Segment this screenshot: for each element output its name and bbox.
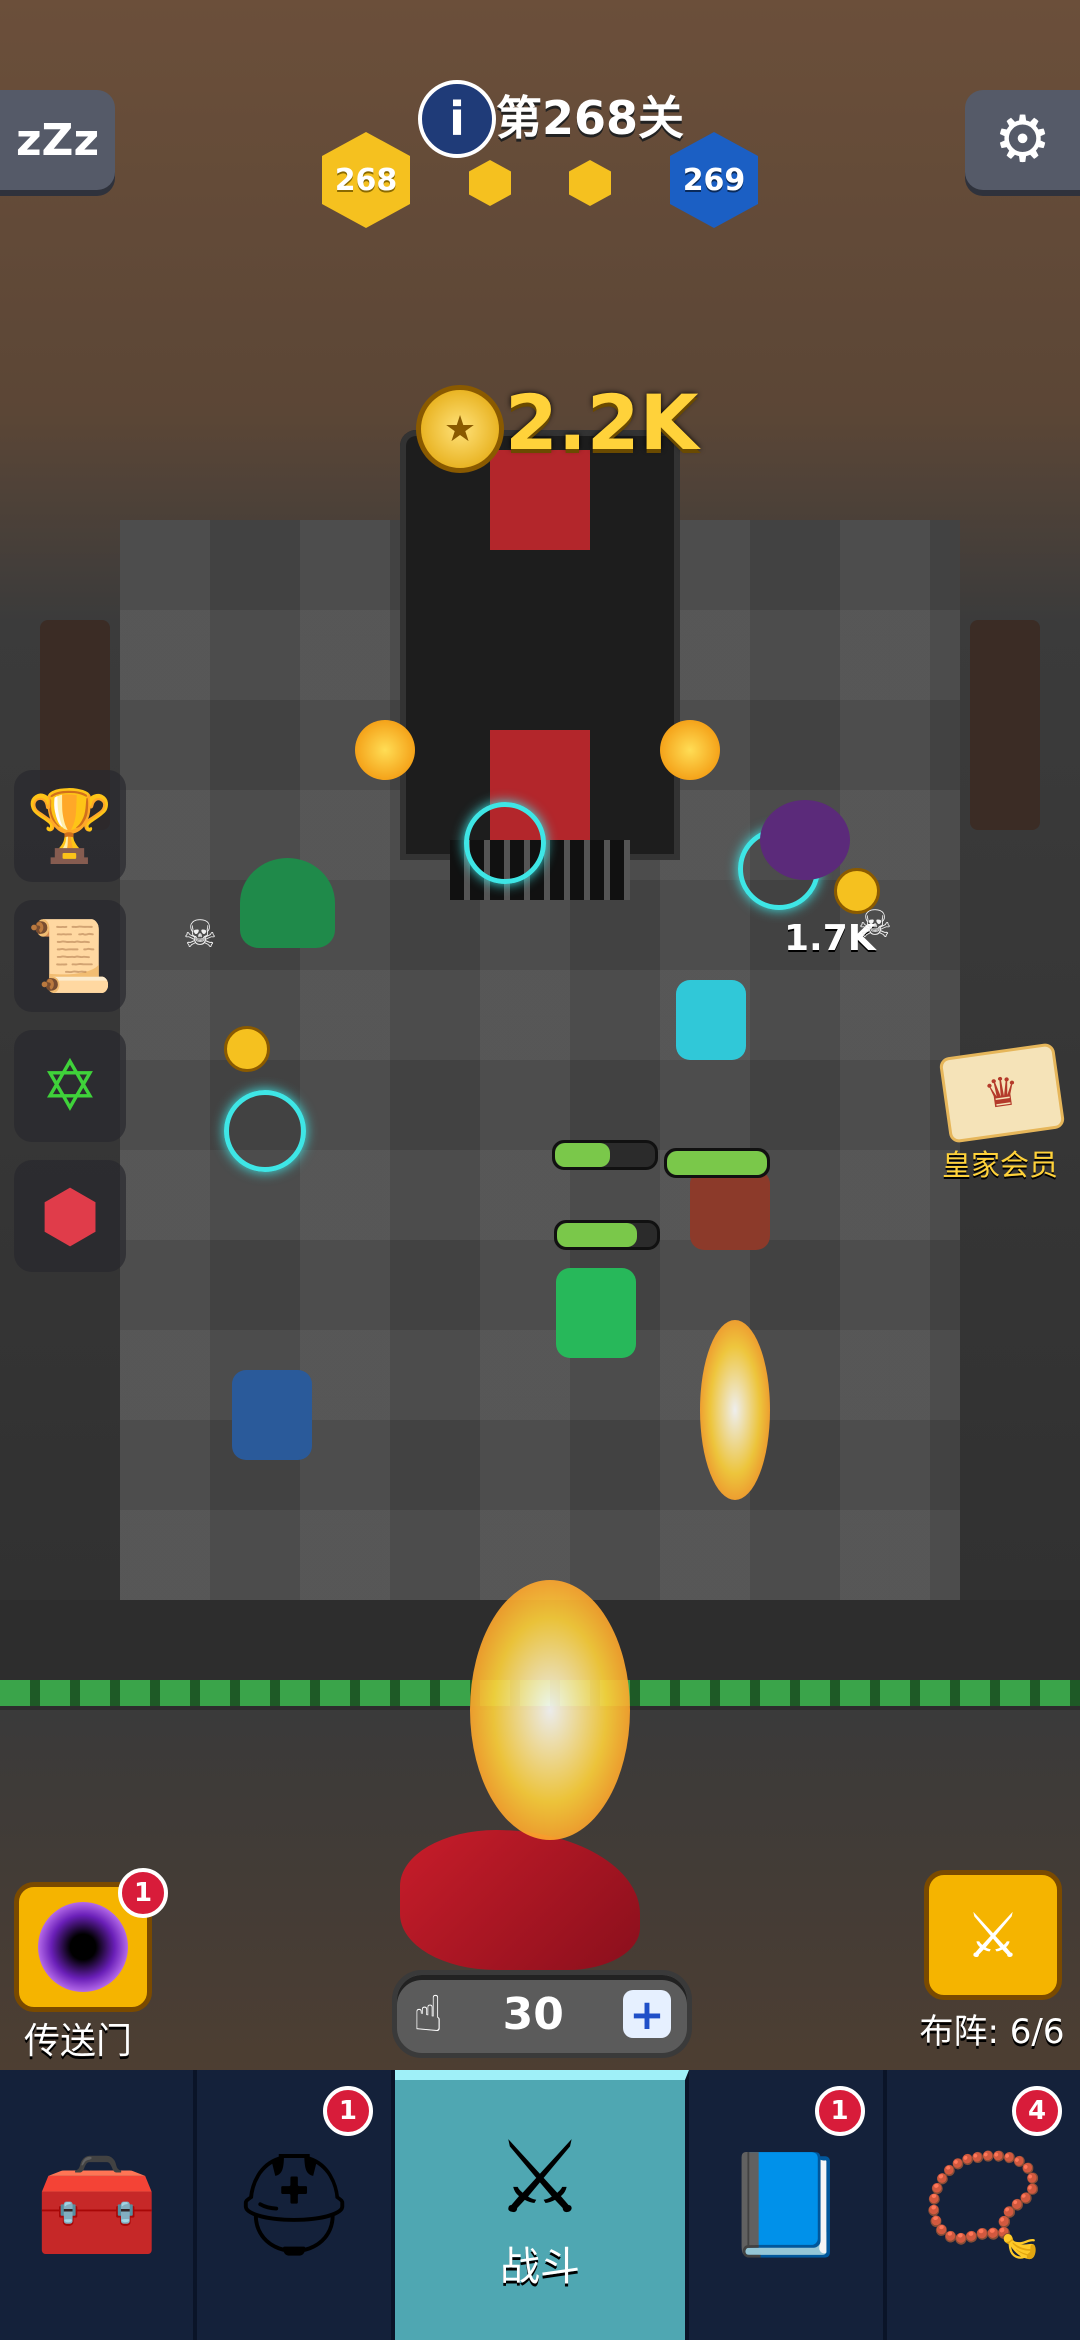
level-title: 第268关 (496, 91, 685, 145)
royal-card-icon: ♛ (981, 1067, 1023, 1119)
spawn-ring (464, 802, 546, 884)
settings-button[interactable]: ⚙ (965, 90, 1080, 190)
health-bar (664, 1148, 770, 1178)
purple-enemy (760, 800, 850, 880)
brazier-fire-left (355, 720, 415, 780)
spawn-ring (224, 1090, 306, 1172)
nav-tab-heroes[interactable]: ⛑ 1 (197, 2070, 395, 2340)
skill-button[interactable]: ⬢ (14, 1160, 126, 1272)
right-tower (970, 620, 1040, 830)
formation-label: 布阵: 6/6 (919, 2012, 1065, 2052)
hexagram-button[interactable]: ✡ (14, 1030, 126, 1142)
ranking-button[interactable]: 🏆 (14, 770, 126, 882)
tap-count: 30 (502, 1988, 564, 2040)
brazier-fire-right (660, 720, 720, 780)
nav-badge: 1 (322, 2086, 373, 2136)
skull-icon: ☠ (183, 912, 218, 956)
crossed-swords-icon: ⚔ (495, 2119, 585, 2236)
add-taps-button[interactable]: + (623, 1990, 671, 2039)
portal-swirl-icon (38, 1902, 128, 1992)
blue-hat-enemy (232, 1370, 312, 1460)
portal-label: 传送门 (23, 2021, 132, 2062)
viking-helmet-icon: ⛑ (230, 2146, 358, 2263)
podium-star-icon: 🏆 (26, 784, 114, 867)
treasure-chest-icon: 🧰 (34, 2146, 159, 2263)
goblin-enemy (240, 858, 335, 948)
nav-tab-spellbook[interactable]: 📘 1 (689, 2070, 887, 2340)
rest-button[interactable]: zZz (0, 90, 115, 190)
health-bar (554, 1220, 660, 1250)
info-icon[interactable]: i (418, 80, 496, 158)
coin-icon: ★ (416, 385, 504, 473)
zzz-icon: zZz (15, 114, 100, 166)
red-warrior-hero (690, 1170, 770, 1250)
tap-hand-icon: ☝ (413, 1985, 444, 2043)
portal-badge: 1 (118, 1868, 168, 1918)
nav-tab-label: 战斗 (500, 2244, 580, 2290)
gear-icon: ⚙ (993, 103, 1052, 177)
nav-badge: 1 (814, 2086, 865, 2136)
royal-membership-label: 皇家会员 (941, 1148, 1058, 1182)
quest-scroll-button[interactable]: 📜 (14, 900, 126, 1012)
dropped-coin-icon[interactable] (224, 1026, 270, 1072)
green-archer-hero (556, 1268, 636, 1358)
fire-projectile-effect (700, 1320, 770, 1500)
cyan-knight-hero (676, 980, 746, 1060)
amulet-necklace-icon: 📿 (921, 2146, 1046, 2263)
nav-tab-battle[interactable]: ⚔ 战斗 (394, 2070, 690, 2340)
nav-tab-amulet[interactable]: 📿 4 (887, 2070, 1080, 2340)
dropped-coin-icon[interactable] (834, 868, 880, 914)
nav-badge: 4 (1012, 2086, 1062, 2136)
formation-button[interactable]: ⚔ (924, 1870, 1062, 2000)
scroll-icon: 📜 (26, 914, 114, 997)
viking-warrior-icon: ⚔ (965, 1898, 1021, 1972)
tap-counter-panel: ☝ 30 + (392, 1970, 692, 2058)
bottom-nav: 🧰 ⛑ 1 ⚔ 战斗 📘 1 📿 4 (0, 2070, 1080, 2340)
health-bar (552, 1140, 658, 1170)
fire-blast-effect (470, 1580, 630, 1840)
spell-book-icon: 📘 (723, 2146, 849, 2263)
hexagram-icon: ✡ (40, 1045, 100, 1127)
gold-amount: 2.2K (505, 378, 699, 467)
royal-membership-button[interactable]: ♛ (938, 1042, 1066, 1144)
nav-tab-treasure[interactable]: 🧰 (0, 2070, 198, 2340)
red-banner-icon: ⬢ (39, 1175, 101, 1257)
